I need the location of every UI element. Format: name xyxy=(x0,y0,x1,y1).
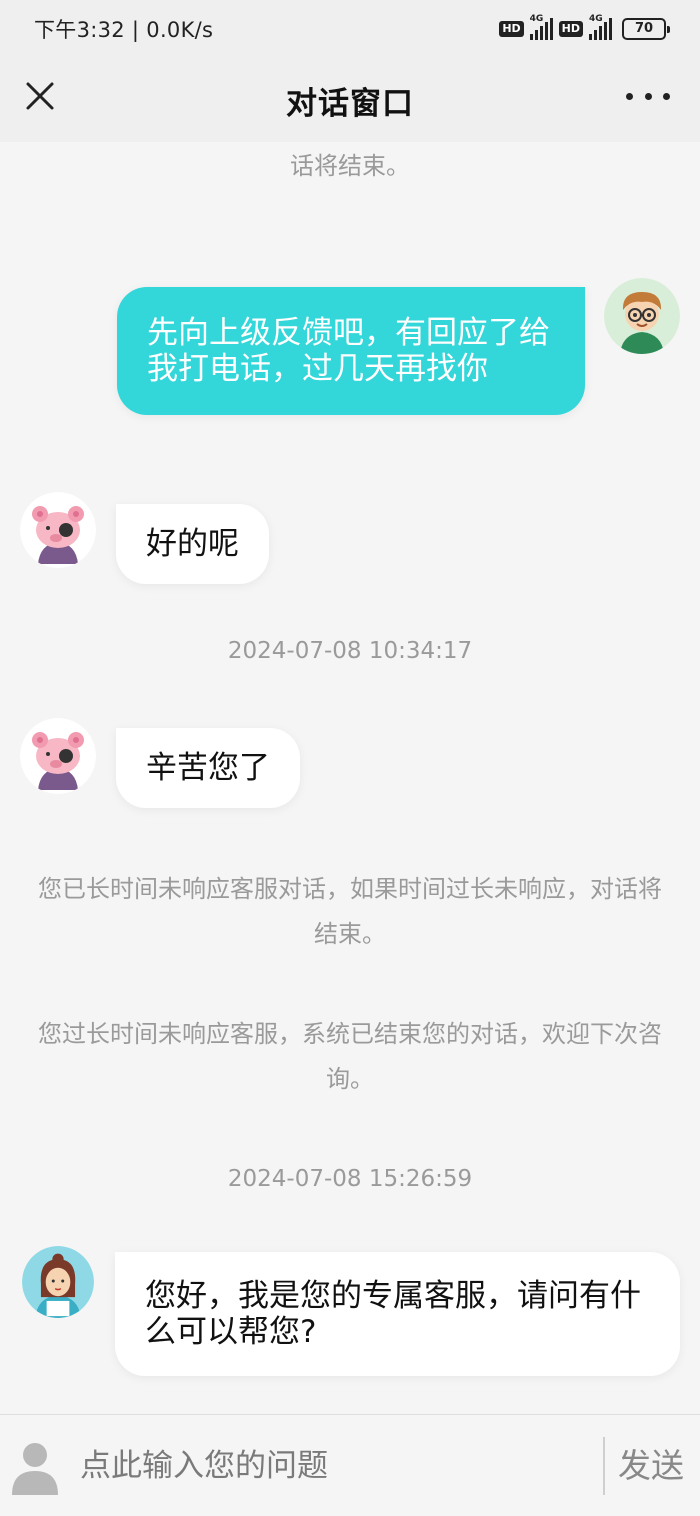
agent-message-bubble: 好的呢 xyxy=(116,504,269,584)
chat-input-bar: 点此输入您的问题 发送 xyxy=(0,1414,700,1516)
agent-message-bubble: 辛苦您了 xyxy=(116,728,300,808)
system-message: 您过长时间未响应客服，系统已结束您的对话，欢迎下次咨询。 xyxy=(38,1020,662,1093)
user-icon xyxy=(12,1443,58,1495)
system-message: 话将结束。 xyxy=(290,152,410,180)
signal-icon: 4G xyxy=(529,14,553,40)
send-button[interactable]: 发送 xyxy=(618,1435,698,1497)
hd-icon: HD xyxy=(499,21,524,37)
more-options-button[interactable] xyxy=(626,76,670,116)
agent-avatar[interactable] xyxy=(22,1246,94,1318)
page-title: 对话窗口 xyxy=(286,85,414,122)
status-icons: HD 4G HD 4G 70 xyxy=(499,14,670,40)
hd-icon: HD xyxy=(558,21,583,37)
my-message-bubble: 先向上级反馈吧，有回应了给我打电话，过几天再找你 xyxy=(117,287,585,415)
status-bar: 下午3:32 | 0.0K/s HD 4G HD 4G 70 xyxy=(0,0,700,58)
service-agent-avatar-icon xyxy=(22,1246,94,1318)
message-input[interactable]: 点此输入您的问题 xyxy=(80,1435,590,1497)
battery-icon: 70 xyxy=(622,18,670,40)
chat-header: 对话窗口 xyxy=(0,58,700,142)
agent-avatar[interactable] xyxy=(20,492,96,568)
timestamp: 2024-07-08 15:26:59 xyxy=(227,1166,473,1192)
signal-icon: 4G xyxy=(589,14,612,40)
agent-message-bubble: 您好，我是您的专属客服，请问有什么可以帮您? xyxy=(115,1252,680,1376)
close-icon[interactable] xyxy=(20,76,60,116)
system-message: 您已长时间未响应客服对话，如果时间过长未响应，对话将结束。 xyxy=(38,875,662,948)
timestamp: 2024-07-08 10:34:17 xyxy=(227,638,473,664)
close-button[interactable] xyxy=(20,76,60,116)
status-time-speed: 下午3:32 | 0.0K/s xyxy=(34,18,214,42)
chat-messages[interactable]: 话将结束。 先向上级反馈吧，有回应了给我打电话，过几天再找你 好的呢 2024-… xyxy=(0,142,700,1414)
agent-avatar[interactable] xyxy=(20,718,96,794)
pig-avatar-icon xyxy=(20,718,96,794)
pig-avatar-icon xyxy=(20,492,96,568)
boy-avatar-icon xyxy=(604,278,680,354)
more-dots-icon xyxy=(626,92,633,100)
my-avatar[interactable] xyxy=(604,278,680,354)
divider xyxy=(603,1437,605,1495)
